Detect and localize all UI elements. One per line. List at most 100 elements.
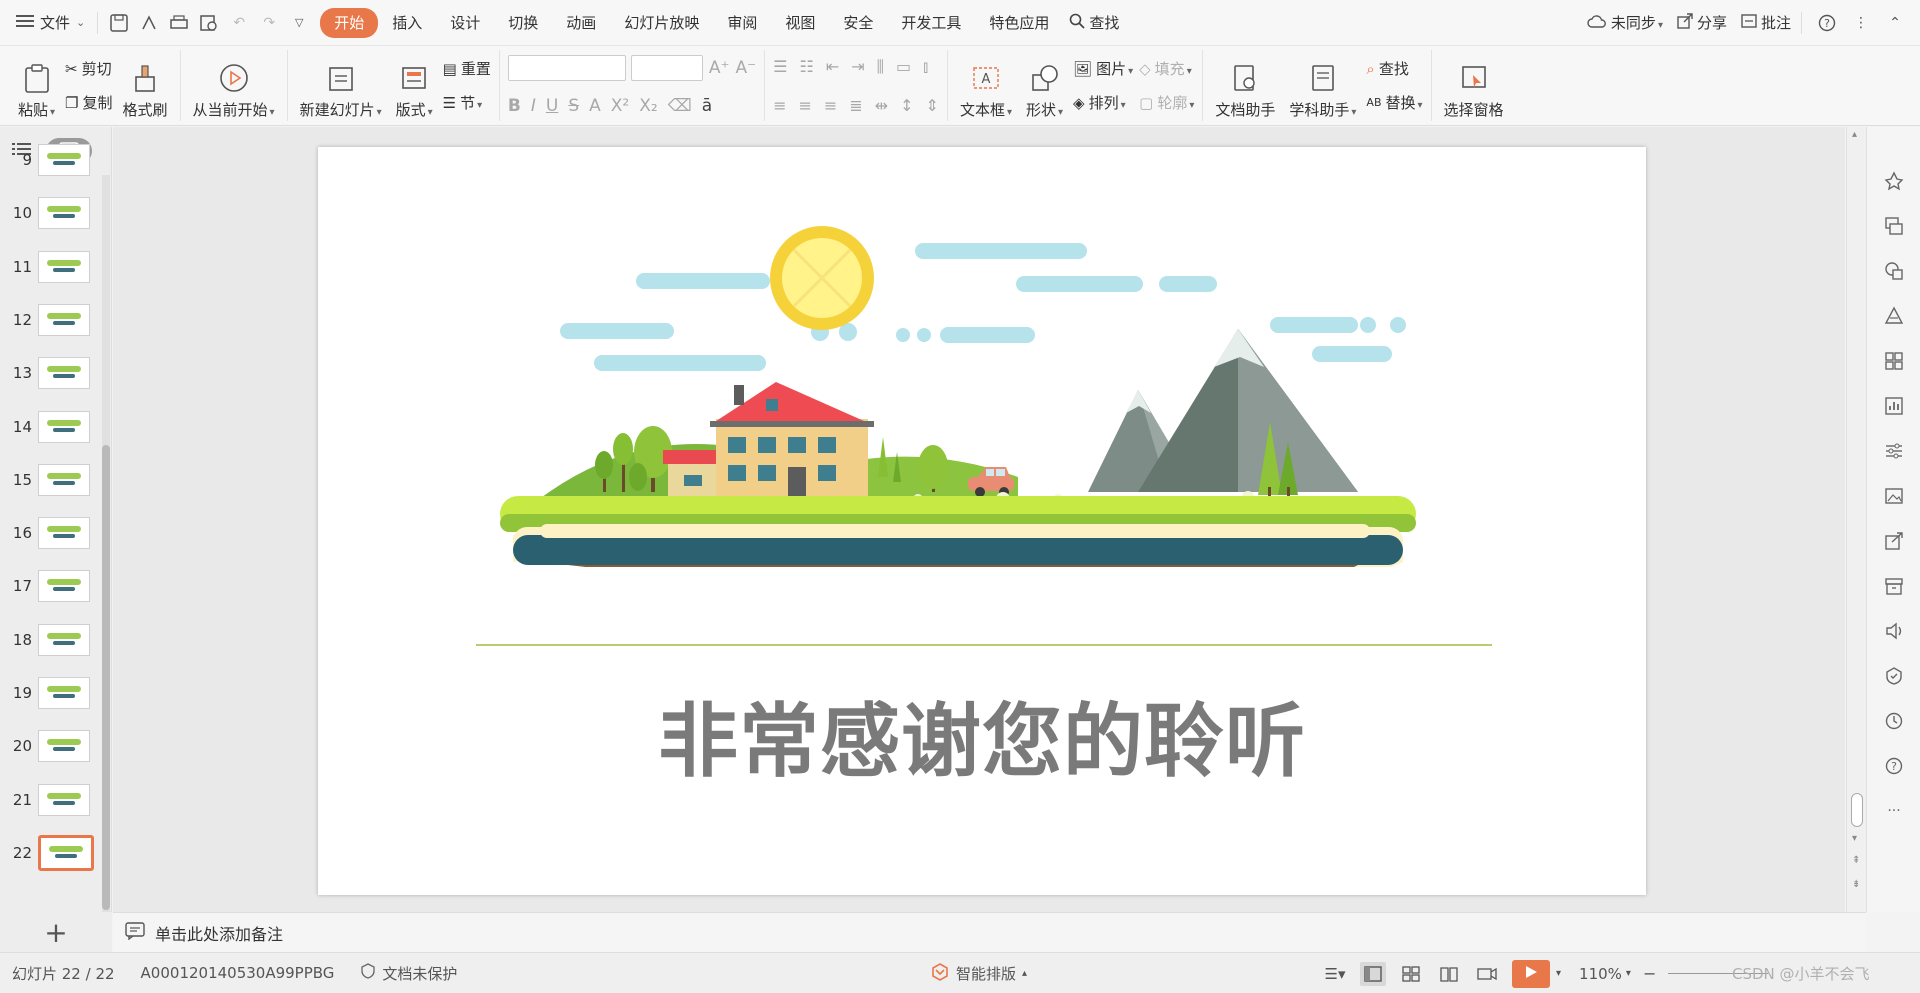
slide-thumbnail[interactable]: 15 xyxy=(0,459,100,501)
text-direction-icon[interactable]: ⫼ xyxy=(877,57,884,77)
shape-button[interactable]: 形状 xyxy=(1022,52,1067,120)
tab-view[interactable]: 视图 xyxy=(771,8,829,38)
slide-thumbnail[interactable]: 16 xyxy=(0,512,100,554)
slide-thumbnail[interactable]: 21 xyxy=(0,779,100,821)
comment-button[interactable]: 批注 xyxy=(1741,12,1791,33)
outline-button[interactable]: ▢ 轮廓 xyxy=(1139,91,1194,115)
slide-transition-icon[interactable] xyxy=(1882,214,1906,238)
zoom-select[interactable]: 110% ▾ xyxy=(1579,965,1631,983)
fill-button[interactable]: ◇ 填充 xyxy=(1139,57,1194,81)
more-icon[interactable]: ··· xyxy=(1882,799,1906,823)
archive-icon[interactable] xyxy=(1882,574,1906,598)
search-button[interactable]: 查找 xyxy=(1063,12,1125,33)
scroll-up-icon[interactable]: ▴ xyxy=(1852,129,1857,140)
eraser-icon[interactable]: ⌫ xyxy=(668,96,692,116)
columns-icon[interactable]: ⫾ xyxy=(923,57,928,77)
sync-status-button[interactable]: 未同步 xyxy=(1587,12,1663,33)
tab-transitions[interactable]: 切换 xyxy=(494,8,552,38)
bullet-list-icon[interactable]: ☰ xyxy=(773,57,787,76)
font-color-icon[interactable]: A xyxy=(589,96,601,116)
slide-thumbnail[interactable]: 13 xyxy=(0,352,100,394)
strikethrough-icon[interactable]: S xyxy=(568,96,579,116)
decrease-indent-icon[interactable]: ⇤ xyxy=(826,57,839,76)
sliders-icon[interactable] xyxy=(1882,439,1906,463)
more-options-icon[interactable]: ⋮ xyxy=(1848,10,1874,36)
underline-icon[interactable]: U xyxy=(546,96,558,116)
help-icon[interactable]: ? xyxy=(1814,10,1840,36)
font-size-select[interactable] xyxy=(630,54,703,81)
reading-view-icon[interactable] xyxy=(1436,962,1462,986)
quick-access-dropdown-icon[interactable]: ▽ xyxy=(286,10,312,36)
superscript-icon[interactable]: X² xyxy=(611,96,629,116)
distribute-icon[interactable]: ⇹ xyxy=(875,96,888,115)
audio-icon[interactable] xyxy=(1882,619,1906,643)
section-button[interactable]: ☰ 节 xyxy=(443,91,491,115)
copy-button[interactable]: ❐ 复制 xyxy=(65,91,112,115)
increase-indent-icon[interactable]: ⇥ xyxy=(851,57,864,76)
new-slide-button[interactable]: 新建幻灯片 xyxy=(296,52,386,120)
find-button[interactable]: ⌕ 查找 xyxy=(1366,57,1422,81)
protection-status[interactable]: 文档未保护 xyxy=(360,963,457,984)
share-export-icon[interactable] xyxy=(1882,529,1906,553)
tab-security[interactable]: 安全 xyxy=(829,8,887,38)
slide-thumbnail[interactable]: 17 xyxy=(0,565,100,607)
print-icon[interactable] xyxy=(166,10,192,36)
layout-button[interactable]: 版式 xyxy=(392,52,437,120)
file-menu[interactable]: 文件 ⌄ xyxy=(10,12,91,33)
scroll-down-icon[interactable]: ▾ xyxy=(1852,833,1857,844)
thumbnail-scrollbar[interactable] xyxy=(102,175,110,912)
subject-assistant-button[interactable]: 学科助手 xyxy=(1285,52,1360,120)
line-spacing-icon[interactable]: ↕ xyxy=(900,96,913,115)
decrease-font-icon[interactable]: A⁻ xyxy=(735,58,756,78)
character-spacing-icon[interactable]: ā xyxy=(702,96,712,116)
next-slide-icon[interactable]: ⇟ xyxy=(1852,879,1860,890)
slide-sorter-icon[interactable] xyxy=(1398,962,1424,986)
pin-icon[interactable] xyxy=(1882,169,1906,193)
tab-review[interactable]: 审阅 xyxy=(713,8,771,38)
justify-icon[interactable]: ≣ xyxy=(849,96,862,115)
tab-slideshow[interactable]: 幻灯片放映 xyxy=(610,8,713,38)
scrollbar-thumb[interactable] xyxy=(1851,793,1863,827)
print-preview-icon[interactable] xyxy=(196,10,222,36)
tab-developer[interactable]: 开发工具 xyxy=(887,8,975,38)
tab-design[interactable]: 设计 xyxy=(436,8,494,38)
paste-button[interactable]: 粘贴 xyxy=(14,52,59,120)
normal-view-icon[interactable] xyxy=(1360,961,1386,986)
smart-layout-button[interactable]: 智能排版 ▴ xyxy=(930,953,1027,993)
add-slide-button[interactable]: + xyxy=(0,912,112,952)
notes-toggle-icon[interactable]: ☰▾ xyxy=(1322,962,1348,986)
tab-special-apps[interactable]: 特色应用 xyxy=(975,8,1063,38)
slide-thumbnail[interactable]: 18 xyxy=(0,619,100,661)
tab-home[interactable]: 开始 xyxy=(320,7,379,38)
play-slideshow-button[interactable] xyxy=(1512,959,1550,988)
cut-button[interactable]: ✂ 剪切 xyxy=(65,57,112,81)
play-options-icon[interactable]: ▾ xyxy=(1556,968,1561,979)
align-text-icon[interactable]: ▭ xyxy=(896,57,911,76)
slide-thumbnail[interactable]: 19 xyxy=(0,672,100,714)
tab-animations[interactable]: 动画 xyxy=(552,8,610,38)
from-current-button[interactable]: 从当前开始 xyxy=(189,52,279,120)
help-icon[interactable]: ? xyxy=(1882,754,1906,778)
save-icon[interactable] xyxy=(106,10,132,36)
picture-button[interactable]: 🖼 图片 xyxy=(1073,57,1133,81)
textbox-button[interactable]: A 文本框 xyxy=(956,52,1016,120)
align-right-icon[interactable]: ≡ xyxy=(824,96,837,115)
animation-icon[interactable] xyxy=(1882,304,1906,328)
slide-thumbnail[interactable]: 12 xyxy=(0,299,100,341)
image-gallery-icon[interactable] xyxy=(1882,484,1906,508)
scrollbar-thumb[interactable] xyxy=(102,445,110,910)
undo-icon[interactable]: ↶ xyxy=(226,10,252,36)
presenter-view-icon[interactable] xyxy=(1474,962,1500,986)
current-slide[interactable]: 非常感谢您的聆听 xyxy=(318,147,1646,895)
align-left-icon[interactable]: ≡ xyxy=(773,96,786,115)
slide-thumbnail[interactable]: 11 xyxy=(0,246,100,288)
shapes-panel-icon[interactable] xyxy=(1882,259,1906,283)
notes-pane[interactable]: 单击此处添加备注 xyxy=(113,912,1866,952)
font-family-select[interactable] xyxy=(507,54,626,81)
share-button[interactable]: 分享 xyxy=(1677,12,1727,33)
redo-icon[interactable]: ↷ xyxy=(256,10,282,36)
collapse-ribbon-icon[interactable]: ⌃ xyxy=(1882,10,1908,36)
chart-icon[interactable] xyxy=(1882,394,1906,418)
pen-tool-icon[interactable] xyxy=(136,10,162,36)
align-center-icon[interactable]: ≡ xyxy=(799,96,812,115)
